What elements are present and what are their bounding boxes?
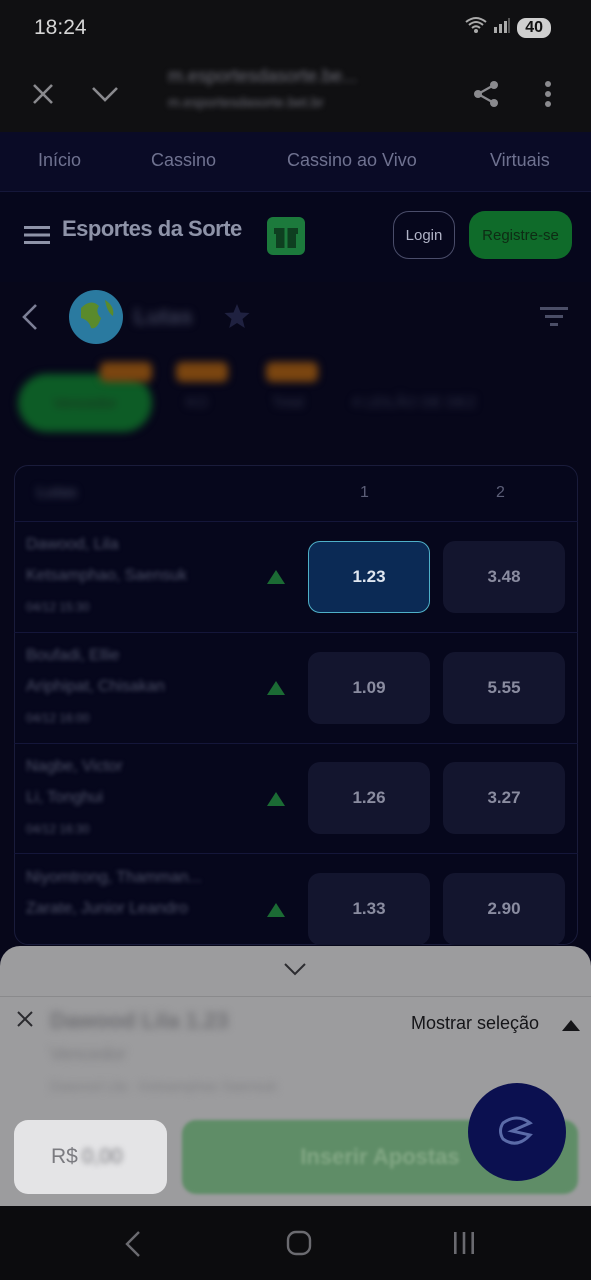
- fighter-1: Dawood, Lila: [26, 536, 119, 553]
- fighter-2: Li, Tonghui: [26, 789, 104, 806]
- nav-item-cassino-ao-vivo[interactable]: Cassino ao Vivo: [287, 150, 417, 171]
- slip-divider: [0, 996, 591, 997]
- login-button[interactable]: Login: [393, 211, 455, 259]
- odd-button[interactable]: 3.48: [443, 541, 565, 613]
- gift-icon[interactable]: [267, 217, 305, 255]
- floating-action-button[interactable]: [468, 1083, 566, 1181]
- match-meta: 04/12 16:00: [26, 711, 90, 725]
- fighter-2: Ariphipat, Chisakan: [26, 678, 165, 695]
- currency-prefix: R$: [51, 1145, 78, 1168]
- odd-button-selected[interactable]: 1.23: [308, 541, 430, 613]
- fighter-2: Ketsamphao, Saensuk: [26, 567, 187, 584]
- wifi-icon: [465, 16, 487, 39]
- globe-icon: [69, 290, 123, 344]
- odd-button[interactable]: 2.90: [443, 873, 565, 945]
- table-header-lutas: Lutas: [37, 484, 78, 501]
- battery-indicator: 40: [517, 17, 551, 38]
- nav-item-inicio[interactable]: Início: [38, 150, 81, 171]
- nav-item-cassino[interactable]: Cassino: [151, 150, 216, 171]
- odd-button[interactable]: 5.55: [443, 652, 565, 724]
- nav-item-virtuais[interactable]: Virtuais: [490, 150, 550, 171]
- row-divider: [14, 632, 578, 633]
- tab-vencedor[interactable]: Vencedor: [18, 374, 152, 432]
- browser-toolbar: m.esportesdasorte.be... m.esportesdasort…: [0, 56, 591, 132]
- row-divider: [14, 853, 578, 854]
- league-name: Lutas: [134, 304, 193, 329]
- filter-icon[interactable]: [540, 306, 568, 333]
- selection-title: Dawood Lila 1.23: [50, 1008, 229, 1033]
- status-time: 18:24: [34, 16, 87, 39]
- site-logo[interactable]: Esportes da Sorte: [62, 216, 242, 242]
- remove-selection-icon[interactable]: [16, 1010, 34, 1033]
- system-navigation-bar: [0, 1206, 591, 1280]
- nav-back-icon[interactable]: [124, 1230, 142, 1263]
- top-navigation: Início Cassino Cassino ao Vivo Virtuais: [0, 132, 591, 192]
- row-divider: [14, 521, 578, 522]
- trend-up-icon: [267, 792, 285, 806]
- tab-ko[interactable]: KO: [186, 394, 208, 411]
- table-header-col2: 2: [496, 484, 505, 501]
- star-icon[interactable]: [223, 302, 251, 335]
- selection-match: Dawood Lila - Ketsamphao Saensuk: [50, 1078, 277, 1094]
- chevron-down-icon[interactable]: [83, 72, 127, 116]
- selection-market: Vencedor: [50, 1044, 127, 1064]
- table-header-col1: 1: [360, 484, 369, 501]
- share-icon[interactable]: [464, 72, 508, 116]
- trend-up-icon: [267, 681, 285, 695]
- stake-amount-input[interactable]: R$ 0,00: [14, 1120, 167, 1194]
- fighter-1: Niyomtrong, Thamman...: [26, 869, 202, 886]
- caret-up-icon[interactable]: [562, 1018, 580, 1036]
- collapse-chevron-icon[interactable]: [283, 962, 307, 981]
- menu-icon[interactable]: [24, 225, 50, 250]
- fighter-2: Zarate, Junior Leandro: [26, 900, 188, 917]
- tab-badge: [100, 362, 152, 382]
- show-selection-link[interactable]: Mostrar seleção: [411, 1013, 539, 1034]
- odd-button[interactable]: 1.09: [308, 652, 430, 724]
- url-subtitle: m.esportesdasorte.bet.br: [168, 94, 324, 110]
- tab-badge: [266, 362, 318, 382]
- trend-up-icon: [267, 570, 285, 584]
- status-bar: 18:24 40: [0, 0, 591, 56]
- fighter-1: Nagbe, Victor: [26, 758, 123, 775]
- tab-total[interactable]: Total: [272, 394, 304, 411]
- tab-leilao[interactable]: 4 LEILÃO DE DEZ: [352, 394, 476, 411]
- signal-icon: [493, 17, 511, 38]
- nav-recents-icon[interactable]: [452, 1230, 476, 1261]
- odd-button[interactable]: 3.27: [443, 762, 565, 834]
- stake-value: 0,00: [81, 1145, 123, 1168]
- more-vertical-icon[interactable]: [526, 72, 570, 116]
- url-title[interactable]: m.esportesdasorte.be...: [168, 66, 357, 87]
- row-divider: [14, 743, 578, 744]
- odd-button[interactable]: 1.33: [308, 873, 430, 945]
- tab-badge: [176, 362, 228, 382]
- back-icon[interactable]: [20, 303, 40, 336]
- esportes-logo-icon: [499, 1116, 533, 1145]
- status-icons: 40: [465, 16, 551, 39]
- match-meta: 04/12 16:30: [26, 822, 90, 836]
- match-meta: 04/12 15:30: [26, 600, 90, 614]
- nav-home-icon[interactable]: [286, 1230, 312, 1261]
- odd-button[interactable]: 1.26: [308, 762, 430, 834]
- close-icon[interactable]: [21, 72, 65, 116]
- trend-up-icon: [267, 903, 285, 917]
- fighter-1: Boufadi, Ellie: [26, 647, 120, 664]
- register-button[interactable]: Registre-se: [469, 211, 572, 259]
